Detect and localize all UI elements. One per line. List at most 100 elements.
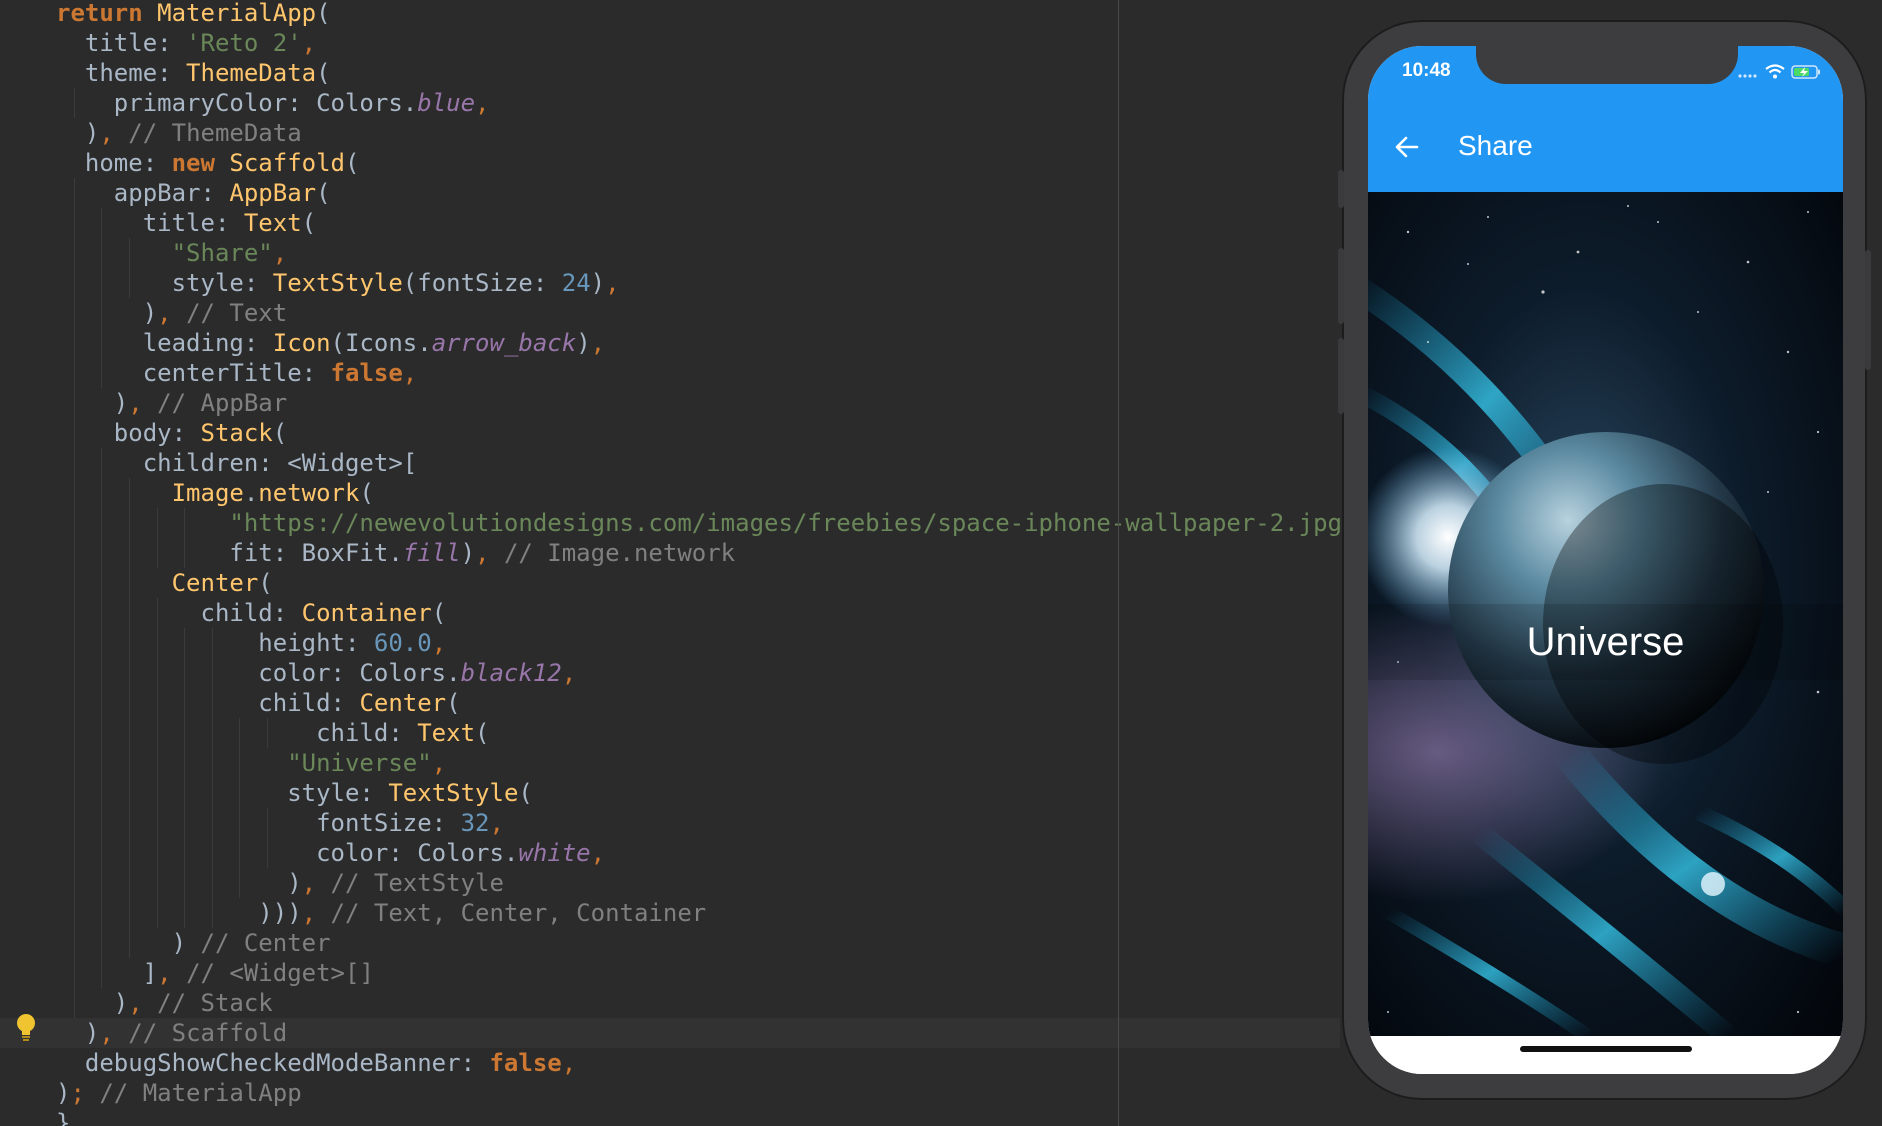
code-line[interactable]: appBar: AppBar( — [0, 178, 1340, 208]
code-line[interactable]: ), // TextStyle — [0, 868, 1340, 898]
code-token: Text — [243, 209, 302, 237]
code-token: , — [431, 629, 447, 657]
code-editor[interactable]: return MaterialApp( title: 'Reto 2', the… — [0, 0, 1340, 1126]
indent-guide — [239, 868, 241, 898]
code-token: theme: — [56, 59, 187, 87]
code-token: // Scaffold — [128, 1019, 288, 1047]
code-token: new — [171, 149, 230, 177]
indent-guide — [211, 808, 213, 838]
indent-guide — [73, 628, 75, 658]
code-line[interactable]: child: Container( — [0, 598, 1340, 628]
indent-guide — [73, 718, 75, 748]
code-token: Text — [417, 719, 476, 747]
code-token: style: — [56, 779, 389, 807]
code-line[interactable]: children: <Widget>[ — [0, 448, 1340, 478]
code-line[interactable]: ), // AppBar — [0, 388, 1340, 418]
code-line[interactable]: ), // ThemeData — [0, 118, 1340, 148]
code-line[interactable]: ), // Scaffold — [0, 1018, 1340, 1048]
code-line[interactable]: body: Stack( — [0, 418, 1340, 448]
code-token: return — [56, 0, 158, 27]
indent-guide — [101, 718, 103, 748]
code-line[interactable]: color: Colors.black12, — [0, 658, 1340, 688]
indent-guide — [184, 868, 186, 898]
code-line[interactable]: color: Colors.white, — [0, 838, 1340, 868]
center-container: Universe — [1368, 604, 1843, 680]
indent-guide — [184, 778, 186, 808]
indent-guide — [73, 478, 75, 508]
code-token: ) — [56, 1019, 100, 1047]
code-line[interactable]: ], // <Widget>[] — [0, 958, 1340, 988]
code-line[interactable]: } — [0, 1108, 1340, 1126]
indent-guide — [156, 748, 158, 778]
indent-guide — [211, 748, 213, 778]
code-line[interactable]: child: Center( — [0, 688, 1340, 718]
code-token: . — [243, 479, 259, 507]
code-line[interactable]: fontSize: 32, — [0, 808, 1340, 838]
indent-guide — [156, 718, 158, 748]
indent-guide — [129, 628, 130, 658]
code-line[interactable]: child: Text( — [0, 718, 1340, 748]
indent-guide — [73, 868, 75, 898]
indent-guide — [129, 718, 130, 748]
code-token: ) — [56, 119, 100, 147]
code-line[interactable]: home: new Scaffold( — [0, 148, 1340, 178]
code-line[interactable]: "Universe", — [0, 748, 1340, 778]
code-token: ; — [70, 1079, 100, 1107]
code-token: color: Colors. — [56, 659, 461, 687]
code-line[interactable]: ), // Text — [0, 298, 1340, 328]
code-line[interactable]: leading: Icon(Icons.arrow_back), — [0, 328, 1340, 358]
code-token: ) — [460, 539, 476, 567]
code-line[interactable]: Image.network( — [0, 478, 1340, 508]
code-line[interactable]: debugShowCheckedModeBanner: false, — [0, 1048, 1340, 1078]
code-token: primaryColor: Colors. — [56, 89, 418, 117]
code-token: false — [330, 359, 403, 387]
code-line[interactable]: style: TextStyle( — [0, 778, 1340, 808]
code-token: appBar: — [56, 179, 230, 207]
lightbulb-icon[interactable] — [15, 1013, 37, 1043]
code-line[interactable]: ), // Stack — [0, 988, 1340, 1018]
back-button[interactable] — [1386, 128, 1428, 170]
indent-guide — [129, 478, 130, 508]
code-line[interactable]: primaryColor: Colors.blue, — [0, 88, 1340, 118]
code-line[interactable]: fit: BoxFit.fill), // Image.network — [0, 538, 1340, 568]
indent-guide — [73, 298, 75, 328]
code-line[interactable]: ); // MaterialApp — [0, 1078, 1340, 1108]
indent-guide — [129, 688, 130, 718]
status-icons — [1737, 64, 1821, 83]
code-token: TextStyle — [388, 779, 519, 807]
status-bar: 10:48 — [1368, 46, 1843, 106]
code-line[interactable]: centerTitle: false, — [0, 358, 1340, 388]
code-line[interactable]: height: 60.0, — [0, 628, 1340, 658]
code-token: ) — [590, 269, 606, 297]
code-line[interactable]: ) // Center — [0, 928, 1340, 958]
indent-guide — [156, 688, 158, 718]
indent-guide — [129, 808, 130, 838]
code-token: ( — [301, 209, 317, 237]
indent-guide — [101, 898, 103, 928]
indent-guide — [239, 778, 241, 808]
indent-guide — [73, 748, 75, 778]
code-line[interactable]: Center( — [0, 568, 1340, 598]
code-line[interactable]: "https://newevolutiondesigns.com/images/… — [0, 508, 1340, 538]
home-indicator[interactable] — [1520, 1046, 1692, 1052]
code-token: arrow_back — [431, 329, 577, 357]
code-lines[interactable]: return MaterialApp( title: 'Reto 2', the… — [0, 0, 1340, 1126]
indent-guide — [73, 808, 75, 838]
indent-guide — [239, 718, 241, 748]
indent-guide — [73, 388, 75, 418]
code-line[interactable]: theme: ThemeData( — [0, 58, 1340, 88]
code-line[interactable]: return MaterialApp( — [0, 0, 1340, 28]
code-line[interactable]: title: Text( — [0, 208, 1340, 238]
indent-guide — [184, 838, 186, 868]
indent-guide — [101, 658, 103, 688]
code-line[interactable]: style: TextStyle(fontSize: 24), — [0, 268, 1340, 298]
code-token: ( — [316, 59, 331, 87]
code-token: Container — [301, 599, 432, 627]
code-token: Image — [56, 479, 244, 507]
code-line[interactable]: ))), // Text, Center, Container — [0, 898, 1340, 928]
indent-guide — [73, 598, 75, 628]
indent-guide — [101, 268, 103, 298]
code-line[interactable]: "Share", — [0, 238, 1340, 268]
indent-guide — [184, 718, 186, 748]
code-line[interactable]: title: 'Reto 2', — [0, 28, 1340, 58]
